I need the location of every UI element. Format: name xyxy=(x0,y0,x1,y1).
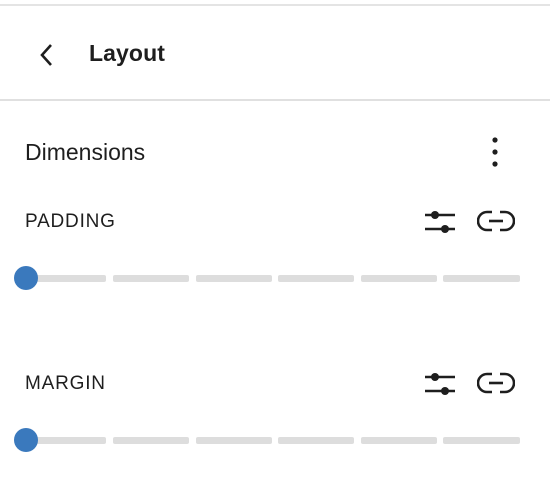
padding-custom-button[interactable] xyxy=(420,204,460,240)
margin-slider-thumb[interactable] xyxy=(14,428,38,452)
back-button[interactable] xyxy=(32,40,62,70)
link-icon xyxy=(477,372,515,394)
margin-link-button[interactable] xyxy=(476,365,516,401)
section-title: Dimensions xyxy=(25,139,146,165)
slider-track-segment xyxy=(278,437,354,444)
margin-label: MARGIN xyxy=(25,373,106,394)
margin-custom-button[interactable] xyxy=(420,366,460,402)
slider-track-segment xyxy=(196,275,272,282)
slider-track-segment xyxy=(196,437,272,444)
padding-slider[interactable] xyxy=(14,265,522,290)
header-divider xyxy=(0,99,550,101)
slider-track-segment xyxy=(361,437,437,444)
slider-track-segment xyxy=(278,275,354,282)
padding-link-button[interactable] xyxy=(476,203,516,239)
margin-slider[interactable] xyxy=(14,427,522,452)
panel-header: Layout xyxy=(0,6,550,100)
dimensions-options-button[interactable] xyxy=(480,134,510,170)
slider-track-segment xyxy=(26,275,106,282)
chevron-left-icon xyxy=(40,44,52,66)
slider-track-segment xyxy=(26,437,106,444)
slider-track-segment xyxy=(361,275,437,282)
link-icon xyxy=(477,210,515,232)
slider-track-segment xyxy=(113,275,189,282)
sliders-icon xyxy=(425,373,455,395)
slider-track-segment xyxy=(443,275,520,282)
slider-track-segment xyxy=(113,437,189,444)
sliders-icon xyxy=(425,211,455,233)
more-vertical-icon xyxy=(492,137,498,167)
slider-track-segment xyxy=(443,437,520,444)
padding-slider-thumb[interactable] xyxy=(14,266,38,290)
padding-label: PADDING xyxy=(25,211,116,232)
page-title: Layout xyxy=(89,40,165,66)
